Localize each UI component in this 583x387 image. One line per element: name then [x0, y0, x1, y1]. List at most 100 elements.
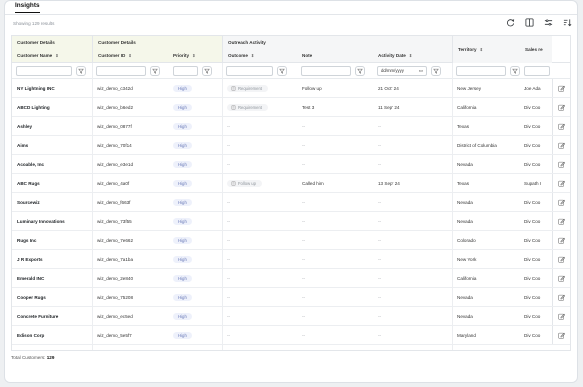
- customer-id: wiz_demo_7a1ba: [97, 256, 134, 262]
- activity-date-cell: 13 Sep' 24: [378, 180, 400, 186]
- priority-badge: High: [173, 122, 192, 130]
- sales-rep-cell: Joe Ada: [524, 85, 541, 91]
- table-row[interactable]: Edison Corp wiz_demo_5e5f7 High -- -- -- Maryl…: [12, 326, 570, 345]
- priority-cell: High: [168, 193, 222, 211]
- sort-icon[interactable]: [563, 18, 572, 27]
- edit-icon[interactable]: [558, 123, 565, 130]
- customer-name[interactable]: Luminary Innovations: [12, 212, 92, 230]
- table-row[interactable]: Aims wiz_demo_70f14 High -- -- -- District of …: [12, 136, 570, 155]
- filter-lines-icon[interactable]: [544, 18, 553, 27]
- sales-rep-cell: Div Coo: [524, 237, 541, 243]
- filter-territory-input[interactable]: [456, 66, 506, 76]
- customer-name[interactable]: Acoable, Inc: [12, 155, 92, 173]
- calendar-icon[interactable]: ▭: [419, 67, 423, 75]
- edit-icon[interactable]: [558, 294, 565, 301]
- table-row[interactable]: NY Lightning INC wiz_demo_c342d High Requir…: [12, 79, 570, 98]
- table-row[interactable]: Rugs Inc wiz_demo_7e662 High -- -- -- Colorado…: [12, 231, 570, 250]
- priority-cell: High: [168, 79, 222, 97]
- header-priority[interactable]: Priority ⇕: [168, 49, 222, 62]
- header-sales-rep[interactable]: Sales re: [520, 36, 552, 63]
- customer-name[interactable]: ABC Rugs: [12, 174, 92, 192]
- table-row[interactable]: ABCD Lighting wiz_demo_b6ed2 High Requireme…: [12, 98, 570, 117]
- outcome-cell: --: [227, 123, 231, 129]
- sales-rep-cell: Div Coo: [524, 142, 541, 148]
- refresh-icon[interactable]: [506, 18, 515, 27]
- table-row[interactable]: Acoable, Inc wiz_demo_e3e1d High -- -- -- Neva…: [12, 155, 570, 174]
- table-row[interactable]: Ashley wiz_demo_0877f High -- -- -- Texas Div C…: [12, 117, 570, 136]
- table-row[interactable]: J R Exports wiz_demo_7a1ba High -- -- -- New Y…: [12, 250, 570, 269]
- filter-outcome-input[interactable]: [226, 66, 273, 76]
- customer-id: wiz_demo_75208: [97, 294, 134, 300]
- funnel-icon: [204, 68, 210, 74]
- edit-icon[interactable]: [558, 237, 565, 244]
- outcome-cell: --: [227, 313, 231, 319]
- tab-insights[interactable]: Insights: [15, 2, 40, 13]
- table-row[interactable]: Concrete Furniture wiz_demo_ec5ed High -- --…: [12, 307, 570, 326]
- territory-cell: New Jersey: [457, 85, 481, 91]
- edit-icon[interactable]: [558, 104, 565, 111]
- filter-outcome-button[interactable]: [277, 66, 287, 76]
- table-row[interactable]: Sourcewiz wiz_demo_f663f High -- -- -- Nevada D…: [12, 193, 570, 212]
- funnel-icon: [279, 68, 285, 74]
- edit-icon[interactable]: [558, 85, 565, 92]
- table-row[interactable]: Cooper Rugs wiz_demo_75208 High -- -- -- Nevad…: [12, 288, 570, 307]
- edit-icon[interactable]: [558, 275, 565, 282]
- filter-note-button[interactable]: [355, 66, 365, 76]
- sort-arrows-icon: ⇕: [408, 53, 413, 58]
- filter-customer-id-input[interactable]: [96, 66, 146, 76]
- territory-cell: Maryland: [457, 332, 476, 338]
- filter-activity-date-input[interactable]: dd/mm/yyyy ▭: [377, 66, 427, 76]
- edit-icon[interactable]: [558, 180, 565, 187]
- customer-name[interactable]: ABCD Lighting: [12, 98, 92, 116]
- priority-cell: High: [168, 98, 222, 116]
- edit-icon[interactable]: [558, 313, 565, 320]
- table-row[interactable]: Emerald INC wiz_demo_2e840 High -- -- -- Calif…: [12, 269, 570, 288]
- outcome-cell: --: [227, 275, 231, 281]
- filter-activity-date-button[interactable]: [431, 66, 441, 76]
- note-cell: --: [302, 256, 306, 262]
- horizontal-scrollbar[interactable]: [92, 350, 232, 351]
- edit-icon[interactable]: [558, 256, 565, 263]
- customer-name[interactable]: NY Lightning INC: [12, 79, 92, 97]
- priority-cell: High: [168, 269, 222, 287]
- customer-name[interactable]: Ashley: [12, 117, 92, 135]
- territory-cell: Nevada: [457, 199, 473, 205]
- customer-name[interactable]: Edison Corp: [12, 326, 92, 344]
- territory-cell: Nevada: [457, 218, 473, 224]
- territory-cell: Nevada: [457, 294, 473, 300]
- priority-cell: High: [168, 250, 222, 268]
- table-row[interactable]: ABC Rugs wiz_demo_4a0f High Follow up Called…: [12, 174, 570, 193]
- filter-customer-name-button[interactable]: [76, 66, 86, 76]
- filter-customer-name-input[interactable]: [16, 66, 72, 76]
- header-note[interactable]: Note: [297, 49, 373, 62]
- customer-name[interactable]: Concrete Furniture: [12, 307, 92, 325]
- table-row[interactable]: Luminary Innovations wiz_demo_73f55 High --…: [12, 212, 570, 231]
- filter-priority-button[interactable]: [202, 66, 212, 76]
- document-icon: [231, 180, 236, 186]
- columns-icon[interactable]: [525, 18, 534, 27]
- edit-icon[interactable]: [558, 332, 565, 339]
- edit-icon[interactable]: [558, 142, 565, 149]
- filter-customer-id-button[interactable]: [150, 66, 160, 76]
- customer-id: wiz_demo_73f55: [97, 218, 132, 224]
- filter-sales-rep-input[interactable]: [524, 66, 550, 76]
- header-outcome[interactable]: Outcome ⇕: [222, 49, 297, 62]
- edit-icon[interactable]: [558, 161, 565, 168]
- group-customer-details-2: Customer Details: [92, 36, 222, 49]
- header-customer-id[interactable]: Customer ID ⇕: [92, 49, 168, 62]
- filter-territory-button[interactable]: [510, 66, 520, 76]
- filter-priority-input[interactable]: [173, 66, 198, 76]
- header-activity-date[interactable]: Activity Date ⇕: [373, 49, 452, 62]
- customer-name[interactable]: Emerald INC: [12, 269, 92, 287]
- customer-name[interactable]: Rugs Inc: [12, 231, 92, 249]
- edit-icon[interactable]: [558, 218, 565, 225]
- customer-name[interactable]: J R Exports: [12, 250, 92, 268]
- customer-name[interactable]: Cooper Rugs: [12, 288, 92, 306]
- customer-name[interactable]: Sourcewiz: [12, 193, 92, 211]
- filter-note-input[interactable]: [301, 66, 351, 76]
- note-cell: --: [302, 313, 306, 319]
- header-customer-name[interactable]: Customer Name ⇕: [12, 49, 92, 62]
- edit-icon[interactable]: [558, 199, 565, 206]
- header-territory[interactable]: Territory ⇕: [452, 36, 520, 63]
- customer-name[interactable]: Aims: [12, 136, 92, 154]
